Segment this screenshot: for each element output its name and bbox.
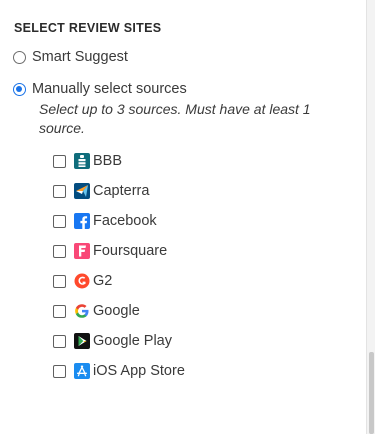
g2-icon [74,273,90,289]
google-play-icon [74,333,90,349]
source-label-ios-app-store[interactable]: iOS App Store [93,363,185,379]
vertical-scrollbar-thumb[interactable] [369,352,374,434]
section-title: SELECT REVIEW SITES [14,21,162,35]
source-option-bbb[interactable]: BBB [53,151,122,171]
source-checkbox-bbb[interactable] [53,154,66,168]
source-option-google-play[interactable]: Google Play [53,331,172,351]
ios-app-store-icon [74,363,90,379]
source-checkbox-facebook[interactable] [53,214,66,228]
manual-select-radio[interactable] [13,82,26,96]
source-checkbox-google[interactable] [53,304,66,318]
google-icon [74,303,90,319]
smart-suggest-radio[interactable] [13,50,26,64]
source-option-capterra[interactable]: Capterra [53,181,149,201]
review-sites-panel: SELECT REVIEW SITES Smart Suggest Manual… [0,0,366,434]
source-label-bbb[interactable]: BBB [93,153,122,169]
source-label-capterra[interactable]: Capterra [93,183,149,199]
selection-hint: Select up to 3 sources. Must have at lea… [39,101,311,136]
source-checkbox-g2[interactable] [53,274,66,288]
source-checkbox-ios-app-store[interactable] [53,364,66,378]
smart-suggest-radio-option[interactable]: Smart Suggest [13,49,128,65]
source-checkbox-google-play[interactable] [53,334,66,348]
manual-select-label[interactable]: Manually select sources [32,81,187,97]
source-option-g2[interactable]: G2 [53,271,112,291]
source-option-google[interactable]: Google [53,301,140,321]
source-label-g2[interactable]: G2 [93,273,112,289]
source-label-foursquare[interactable]: Foursquare [93,243,167,259]
source-option-facebook[interactable]: Facebook [53,211,157,231]
source-option-foursquare[interactable]: Foursquare [53,241,167,261]
bbb-icon [74,153,90,169]
facebook-icon [74,213,90,229]
source-checkbox-foursquare[interactable] [53,244,66,258]
source-label-google-play[interactable]: Google Play [93,333,172,349]
capterra-icon [74,183,90,199]
foursquare-icon [74,243,90,259]
source-label-facebook[interactable]: Facebook [93,213,157,229]
manual-select-radio-option[interactable]: Manually select sources [13,81,187,97]
source-option-ios-app-store[interactable]: iOS App Store [53,361,185,381]
source-checkbox-capterra[interactable] [53,184,66,198]
smart-suggest-label[interactable]: Smart Suggest [32,49,128,65]
source-label-google[interactable]: Google [93,303,140,319]
